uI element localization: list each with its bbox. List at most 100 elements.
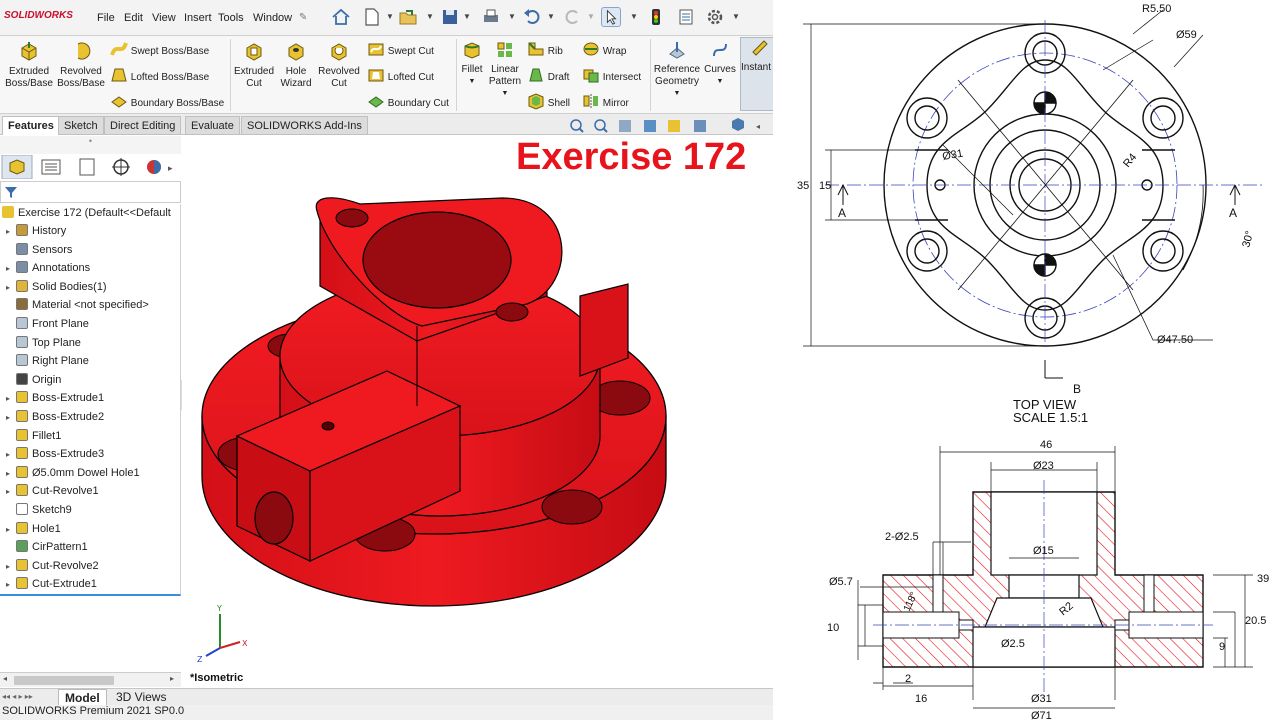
rib-button[interactable]: Rib (527, 40, 563, 58)
tree-item-boss-extrude2[interactable]: ▸ Boss-Extrude2 (6, 410, 104, 428)
reference-geometry-dropdown-icon[interactable]: ▼ (652, 88, 702, 100)
tree-expand-icon[interactable]: ▸ (6, 580, 16, 589)
tree-item-top-plane[interactable]: Top Plane (6, 335, 81, 354)
undo-icon[interactable] (522, 7, 542, 27)
options-dropdown-icon[interactable]: ▼ (732, 12, 740, 21)
tab-nav-arrows-icon[interactable]: ◂◂ ◂ ▸ ▸▸ (2, 692, 33, 701)
tree-expand-icon[interactable]: ▸ (6, 413, 16, 422)
swept-cut-button[interactable]: Swept Cut (367, 40, 434, 58)
tree-expand-icon[interactable]: ▸ (6, 264, 16, 273)
options-gear-icon[interactable] (705, 7, 725, 27)
tab-addins[interactable]: SOLIDWORKS Add-Ins (241, 116, 368, 135)
tree-expand-icon[interactable]: ▸ (6, 450, 16, 459)
configuration-manager-icon[interactable] (79, 158, 95, 176)
menu-edit[interactable]: Edit (124, 12, 143, 24)
wrap-button[interactable]: Wrap (582, 40, 627, 58)
tree-expand-icon[interactable]: ▸ (6, 562, 16, 571)
menu-file[interactable]: File (97, 12, 115, 24)
boundary-boss-button[interactable]: Boundary Boss/Base (110, 92, 224, 110)
fillet-dropdown-icon[interactable]: ▼ (458, 76, 486, 88)
more-views-dropdown-icon[interactable]: ◂ (756, 122, 760, 131)
dynamic-annotation-icon[interactable] (668, 120, 680, 132)
tree-item-history[interactable]: ▸ History (6, 224, 66, 242)
zoom-to-fit-icon[interactable] (570, 119, 584, 133)
tree-root-part[interactable]: Exercise 172 (Default<<Default (2, 206, 171, 224)
lofted-cut-button[interactable]: Lofted Cut (367, 66, 434, 84)
tree-item-front-plane[interactable]: Front Plane (6, 317, 89, 335)
open-folder-icon[interactable] (398, 7, 418, 27)
draft-button[interactable]: Draft (527, 66, 569, 84)
display-style-icon[interactable] (732, 118, 744, 131)
tree-item-boss-extrude3[interactable]: ▸ Boss-Extrude3 (6, 447, 104, 465)
tab-evaluate[interactable]: Evaluate (185, 116, 240, 135)
save-icon[interactable] (440, 7, 460, 27)
tree-expand-icon[interactable]: ▸ (6, 525, 16, 534)
open-dropdown-icon[interactable]: ▼ (426, 12, 434, 21)
mirror-button[interactable]: Mirror (582, 92, 629, 110)
redo-dropdown-icon[interactable]: ▼ (587, 12, 595, 21)
tab-model[interactable]: Model (58, 689, 107, 706)
tab-sketch[interactable]: Sketch (58, 116, 104, 135)
scroll-left-icon[interactable]: ◂ (3, 674, 7, 683)
tree-item-hole1[interactable]: ▸ Hole1 (6, 521, 61, 540)
pin-icon[interactable]: ✎ (299, 12, 307, 23)
tree-item-sensors[interactable]: Sensors (6, 242, 72, 261)
tree-horizontal-scrollbar[interactable]: ◂ ▸ (0, 672, 181, 687)
hole-wizard-button[interactable]: Hole Wizard (276, 40, 316, 90)
tree-expand-icon[interactable]: ▸ (6, 394, 16, 403)
tree-item-right-plane[interactable]: Right Plane (6, 354, 89, 372)
tree-item-cirpattern1[interactable]: CirPattern1 (6, 540, 88, 558)
print-dropdown-icon[interactable]: ▼ (508, 12, 516, 21)
redo-icon[interactable] (563, 7, 583, 27)
tree-item-5-0mm-dowel-hole1[interactable]: ▸ Ø5.0mm Dowel Hole1 (6, 465, 140, 484)
tree-item-cut-revolve1[interactable]: ▸ Cut-Revolve1 (6, 484, 99, 502)
isometric-model-view[interactable]: Y X Z (182, 136, 773, 686)
revolved-cut-button[interactable]: Revolved Cut (316, 40, 362, 90)
graphics-area[interactable]: Y X Z (182, 136, 773, 686)
tab-3d-views[interactable]: 3D Views (110, 689, 172, 706)
file-properties-icon[interactable] (676, 7, 696, 27)
rebuild-traffic-light-icon[interactable] (646, 7, 666, 27)
dimxpert-icon[interactable] (112, 158, 130, 176)
tree-splitter[interactable]: • (0, 136, 181, 154)
display-manager-icon[interactable] (147, 160, 161, 174)
menu-tools[interactable]: Tools (218, 12, 244, 24)
swept-boss-button[interactable]: Swept Boss/Base (110, 40, 209, 58)
shell-button[interactable]: Shell (527, 92, 570, 110)
revolved-boss-button[interactable]: Revolved Boss/Base (56, 40, 106, 90)
new-document-icon[interactable] (362, 7, 382, 27)
tab-features[interactable]: Features (2, 116, 60, 135)
tree-item-material-not-specified[interactable]: Material <not specified> (6, 298, 149, 316)
tree-item-fillet1[interactable]: Fillet1 (6, 428, 61, 447)
undo-dropdown-icon[interactable]: ▼ (547, 12, 555, 21)
print-icon[interactable] (481, 7, 501, 27)
tree-tabs-more-icon[interactable]: ▸ (168, 163, 173, 173)
select-cursor-icon[interactable] (601, 7, 621, 27)
view-orientation-icon[interactable] (694, 120, 706, 132)
menu-window[interactable]: Window (253, 12, 292, 24)
linear-pattern-dropdown-icon[interactable]: ▼ (488, 88, 522, 100)
tree-expand-icon[interactable]: ▸ (6, 487, 16, 496)
curves-dropdown-icon[interactable]: ▼ (703, 76, 737, 88)
tree-filter-box[interactable] (0, 181, 181, 203)
tree-item-sketch9[interactable]: Sketch9 (6, 503, 72, 521)
intersect-button[interactable]: Intersect (582, 66, 641, 84)
menu-view[interactable]: View (152, 12, 176, 24)
extruded-cut-button[interactable]: Extruded Cut (232, 40, 276, 90)
home-icon[interactable] (331, 7, 351, 27)
linear-pattern-button[interactable]: Linear Pattern ▼ (488, 40, 522, 100)
zoom-to-area-icon[interactable] (594, 119, 608, 133)
lofted-boss-button[interactable]: Lofted Boss/Base (110, 66, 209, 84)
scroll-thumb[interactable] (14, 676, 114, 685)
scroll-right-icon[interactable]: ▸ (170, 674, 174, 683)
tree-expand-icon[interactable]: ▸ (6, 283, 16, 292)
tree-item-cut-revolve2[interactable]: ▸ Cut-Revolve2 (6, 558, 99, 577)
tree-item-origin[interactable]: Origin (6, 372, 61, 391)
tree-expand-icon[interactable]: ▸ (6, 469, 16, 478)
previous-view-icon[interactable] (619, 120, 631, 132)
tree-item-solid-bodies-1[interactable]: ▸ Solid Bodies(1) (6, 279, 107, 298)
tree-item-cut-extrude1[interactable]: ▸ Cut-Extrude1 (6, 577, 97, 595)
save-dropdown-icon[interactable]: ▼ (463, 12, 471, 21)
fillet-button[interactable]: Fillet ▼ (458, 40, 486, 88)
curves-button[interactable]: Curves ▼ (703, 40, 737, 88)
